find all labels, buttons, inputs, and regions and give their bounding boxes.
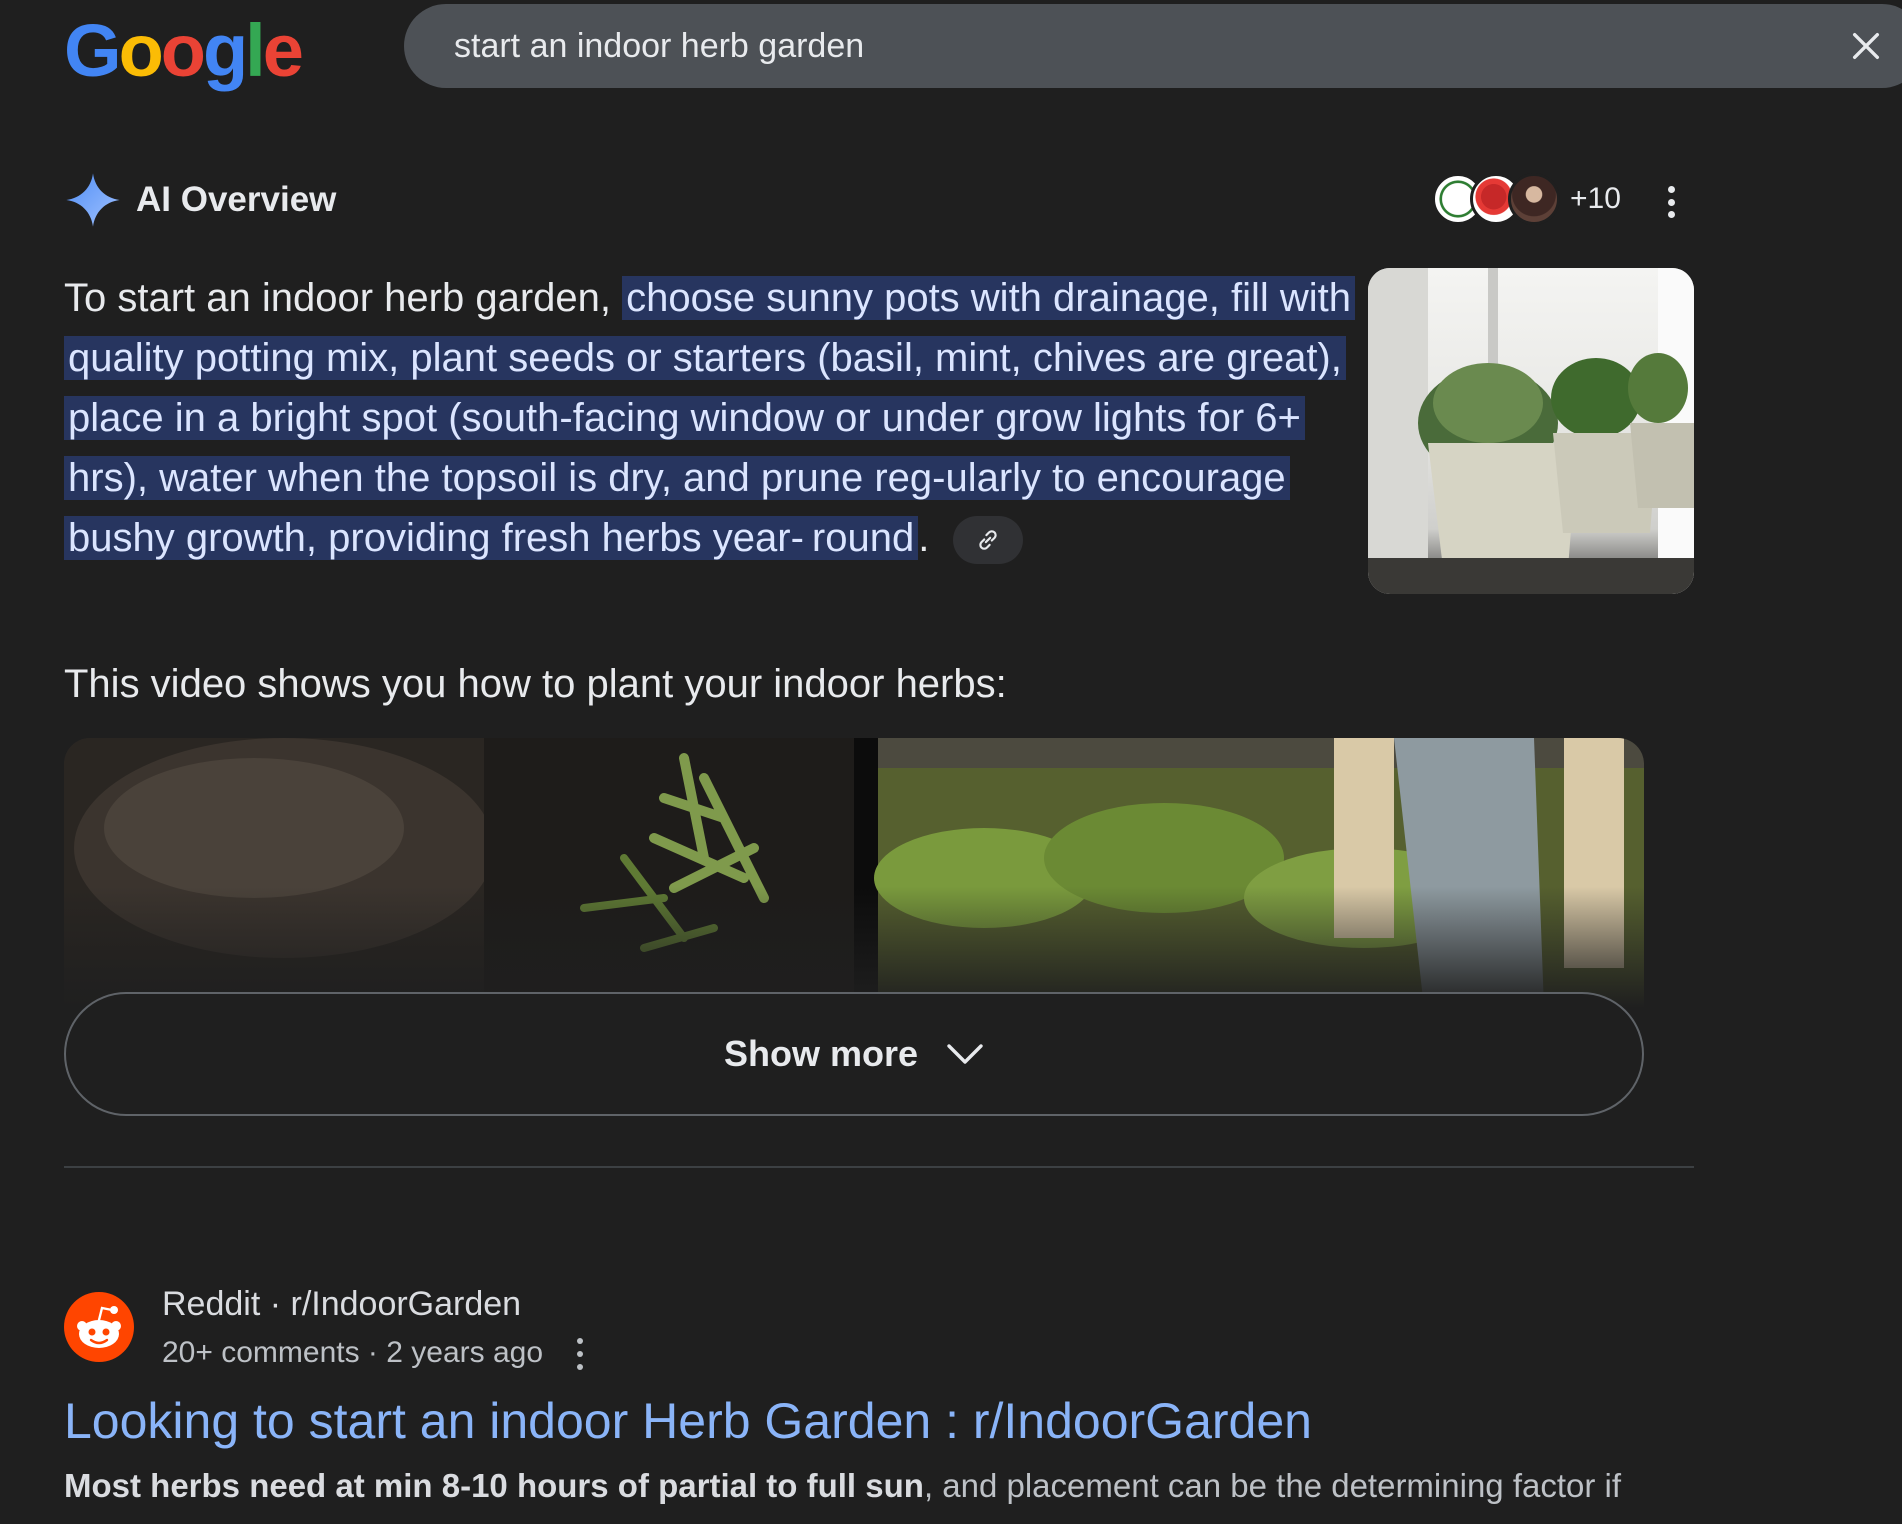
show-more-label: Show more — [723, 1033, 919, 1074]
sources-button[interactable]: +10 — [1432, 172, 1621, 226]
clear-search-button[interactable] — [1842, 22, 1890, 70]
search-results-page: Google start an indoor herb garden AI Ov… — [0, 0, 1902, 1524]
snippet-bold: Most herbs need at min 8-10 hours of par… — [64, 1467, 924, 1504]
ai-overview-text: To start an indoor herb garden, choose s… — [64, 268, 1355, 568]
search-input[interactable]: start an indoor herb garden — [454, 4, 864, 88]
video-frame — [64, 738, 1644, 1008]
google-doodle-logo[interactable]: Google — [64, 8, 304, 94]
logo-letter: e — [262, 9, 304, 92]
herb-pots-image[interactable] — [1368, 268, 1694, 594]
reddit-icon[interactable] — [64, 1292, 134, 1362]
overview-highlight-end: round — [807, 516, 919, 560]
result-title-link[interactable]: Looking to start an indoor Herb Garden :… — [64, 1390, 1312, 1452]
more-vert-dot — [1667, 198, 1675, 206]
logo-letter: G — [64, 9, 122, 92]
video-thumbnail[interactable] — [64, 738, 1644, 1008]
source-favicon — [1508, 173, 1560, 225]
result-site-name[interactable]: Reddit · r/IndoorGarden — [162, 1282, 521, 1326]
section-divider — [64, 1166, 1694, 1168]
logo-letter: o — [118, 9, 164, 92]
search-box[interactable]: start an indoor herb garden — [404, 4, 1902, 88]
logo-letter: o — [160, 9, 206, 92]
logo-letter: l — [245, 9, 265, 92]
result-meta: 20+ comments · 2 years ago — [162, 1336, 544, 1369]
result-snippet: Most herbs need at min 8-10 hours of par… — [64, 1464, 1694, 1508]
snippet-rest: , and placement can be the determining f… — [923, 1467, 1622, 1504]
link-icon — [979, 530, 998, 551]
more-vert-dot — [1667, 211, 1675, 218]
overview-lead: To start an indoor herb garden, — [64, 276, 623, 320]
gemini-sparkle-icon — [66, 173, 120, 227]
close-icon — [1852, 32, 1880, 60]
ai-overview-header: AI Overview — [64, 170, 336, 230]
video-intro-text: This video shows you how to plant your i… — [64, 662, 1007, 706]
reddit-alien-icon — [77, 1306, 121, 1348]
more-vert-icon — [577, 1338, 583, 1344]
more-vert-dot — [577, 1351, 583, 1357]
result-options-button[interactable] — [568, 1334, 592, 1374]
logo-letter: g — [202, 9, 248, 92]
more-options-button[interactable] — [1656, 180, 1686, 224]
citation-link-button[interactable] — [953, 516, 1024, 565]
ai-overview-title: AI Overview — [136, 180, 337, 219]
more-vert-dot — [577, 1364, 583, 1370]
chevron-down-icon — [947, 1044, 983, 1064]
sources-count: +10 — [1570, 182, 1621, 215]
show-more-button[interactable]: Show more — [64, 992, 1644, 1116]
herb-pots-illustration — [1368, 268, 1694, 594]
overview-end: . — [918, 516, 930, 560]
more-vert-icon — [1667, 186, 1675, 193]
